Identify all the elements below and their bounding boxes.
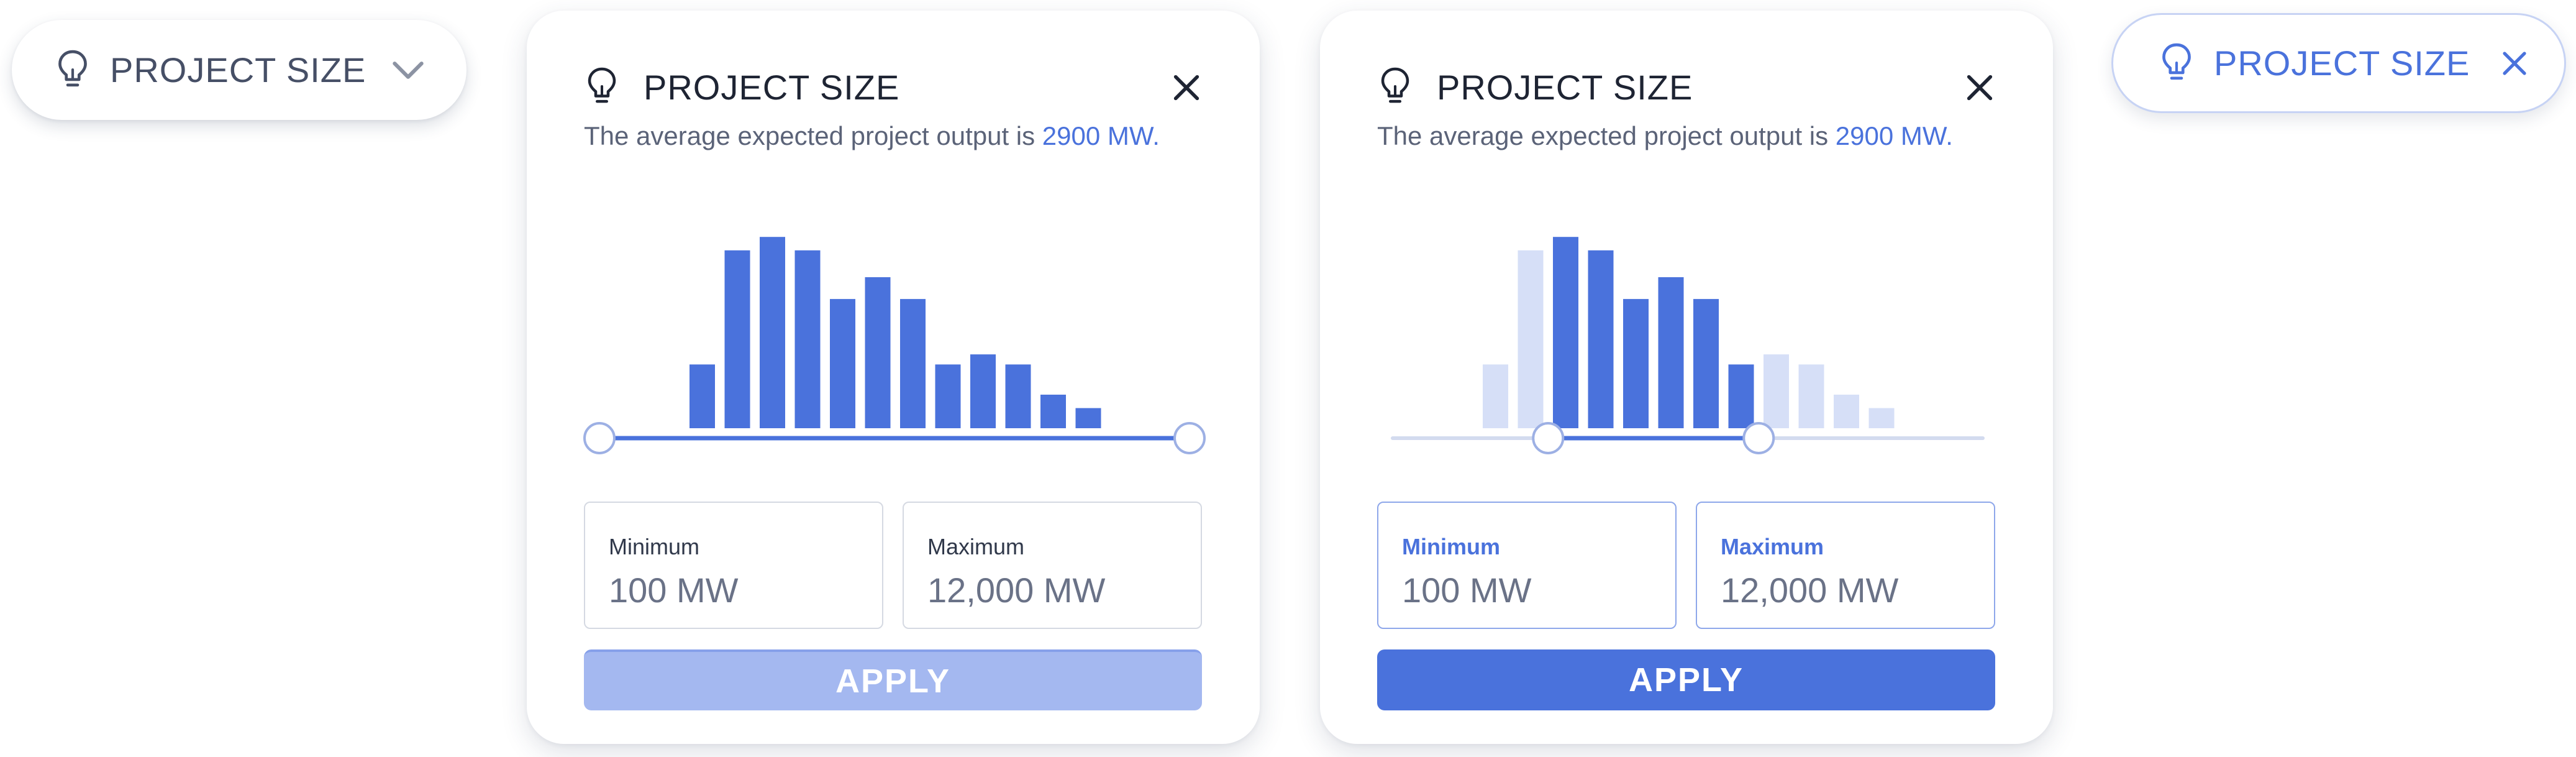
histogram-bar xyxy=(1764,354,1789,428)
project-size-active-filter-pill[interactable]: PROJECT SIZE xyxy=(2111,13,2566,113)
apply-button[interactable]: APPLY xyxy=(1377,649,1995,710)
close-icon[interactable] xyxy=(1964,71,1996,104)
histogram-bar xyxy=(1868,408,1895,428)
minimum-label: Minimum xyxy=(1402,534,1500,559)
minimum-value[interactable]: 100 MW xyxy=(1402,570,1675,610)
histogram-bar xyxy=(1483,364,1508,428)
lightbulb-icon xyxy=(2158,42,2195,85)
slider-min-handle[interactable] xyxy=(1532,422,1565,454)
maximum-value[interactable]: 12,000 MW xyxy=(927,570,1201,610)
maximum-field[interactable]: Maximum 12,000 MW xyxy=(1696,502,1995,629)
minimum-label: Minimum xyxy=(609,534,700,559)
histogram-bar xyxy=(1553,237,1578,428)
chevron-down-icon[interactable] xyxy=(392,60,424,80)
panel-header: PROJECT SIZE xyxy=(584,59,1203,115)
close-icon[interactable] xyxy=(1170,71,1203,104)
histogram-bar xyxy=(830,299,855,428)
lightbulb-icon xyxy=(1377,66,1413,108)
panel-header: PROJECT SIZE xyxy=(1377,59,1996,115)
close-icon[interactable] xyxy=(2500,48,2529,78)
minimum-value[interactable]: 100 MW xyxy=(609,570,882,610)
slider-max-handle[interactable] xyxy=(1173,422,1206,454)
average-output-text: The average expected project output is 2… xyxy=(1377,121,1953,151)
panel-title: PROJECT SIZE xyxy=(1437,67,1693,107)
size-histogram[interactable] xyxy=(1377,222,1998,483)
histogram-bar xyxy=(1623,299,1649,428)
maximum-field[interactable]: Maximum 12,000 MW xyxy=(903,502,1202,629)
project-size-panel-default: PROJECT SIZE The average expected projec… xyxy=(527,11,1260,744)
histogram-bar xyxy=(1728,364,1754,428)
histogram-bar xyxy=(1040,395,1066,428)
histogram-bar xyxy=(1005,364,1031,428)
slider-min-handle[interactable] xyxy=(583,422,616,454)
maximum-label: Maximum xyxy=(1721,534,1824,559)
histogram-bar xyxy=(970,354,996,428)
histogram-bar xyxy=(690,364,715,428)
histogram-bar xyxy=(900,299,926,428)
size-histogram[interactable] xyxy=(583,222,1206,483)
maximum-label: Maximum xyxy=(927,534,1025,559)
slider-max-handle[interactable] xyxy=(1742,422,1775,454)
apply-button[interactable]: APPLY xyxy=(584,649,1202,710)
average-output-value: 2900 MW. xyxy=(1835,121,1953,150)
average-output-value: 2900 MW. xyxy=(1042,121,1160,150)
pill-label: PROJECT SIZE xyxy=(2214,44,2470,83)
histogram-bar xyxy=(935,364,961,428)
minimum-field[interactable]: Minimum 100 MW xyxy=(1377,502,1677,629)
histogram-bar xyxy=(865,277,891,428)
histogram-bar xyxy=(1588,250,1614,428)
lightbulb-icon xyxy=(54,48,91,92)
minimum-field[interactable]: Minimum 100 MW xyxy=(584,502,883,629)
histogram-bar xyxy=(1658,277,1684,428)
lightbulb-icon xyxy=(584,66,620,108)
histogram-bar xyxy=(1834,395,1859,428)
histogram-bar xyxy=(1693,299,1719,428)
average-output-prefix: The average expected project output is xyxy=(1377,121,1836,150)
histogram-bar xyxy=(760,237,785,428)
histogram-bar xyxy=(1798,364,1824,428)
average-output-text: The average expected project output is 2… xyxy=(584,121,1160,151)
project-size-panel-adjusted: PROJECT SIZE The average expected projec… xyxy=(1320,11,2053,744)
histogram-bar xyxy=(794,250,821,428)
project-size-filter-pill[interactable]: PROJECT SIZE xyxy=(12,20,467,120)
histogram-bar xyxy=(1518,250,1544,428)
average-output-prefix: The average expected project output is xyxy=(584,121,1042,150)
maximum-value[interactable]: 12,000 MW xyxy=(1721,570,1994,610)
histogram-bar xyxy=(724,250,750,428)
pill-label: PROJECT SIZE xyxy=(110,50,366,89)
panel-title: PROJECT SIZE xyxy=(644,67,900,107)
histogram-bar xyxy=(1075,408,1101,428)
